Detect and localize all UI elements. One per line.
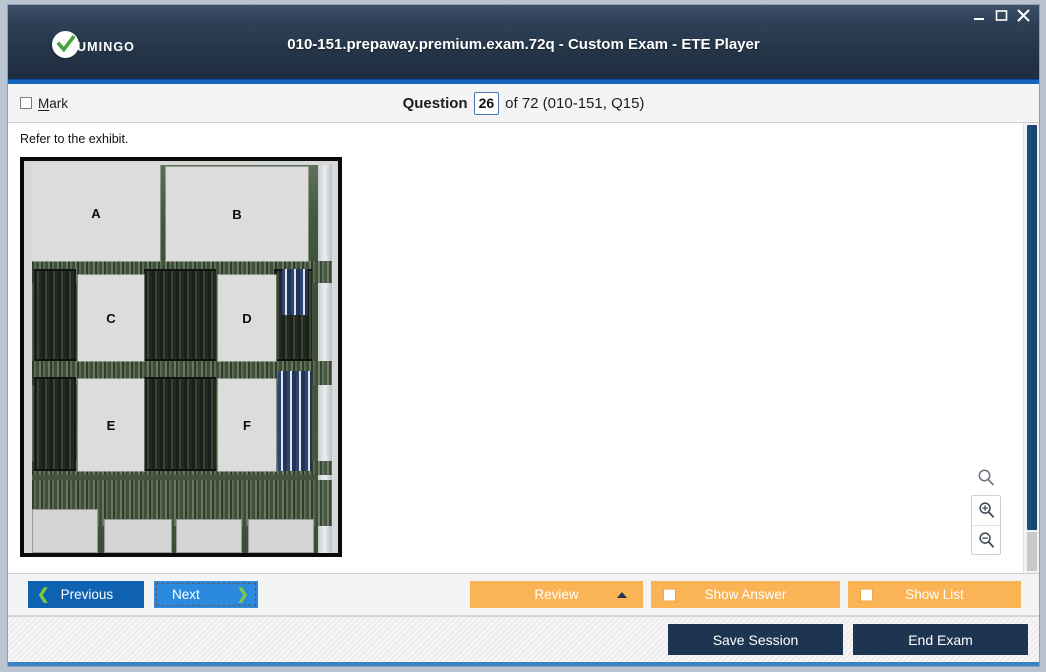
exhibit-callout-c: C — [78, 275, 144, 361]
chevron-right-icon: ❯ — [236, 586, 249, 603]
mark-label: Mark — [38, 96, 68, 111]
exhibit-callout-a: A — [32, 165, 160, 261]
drive-bay — [104, 519, 172, 553]
exhibit-image[interactable]: A B C D E F — [20, 157, 342, 557]
previous-button[interactable]: ❮ Previous — [28, 581, 144, 608]
show-answer-button[interactable]: Show Answer — [651, 581, 840, 608]
show-list-label: Show List — [905, 587, 964, 602]
image-zoom-tools — [971, 465, 1001, 555]
question-number-input[interactable]: 26 — [473, 91, 500, 115]
drive-bay — [248, 519, 314, 553]
scrollbar-thumb[interactable] — [1027, 125, 1037, 530]
mark-accelerator: M — [38, 95, 50, 111]
ete-player-window: UMINGO 010-151.prepaway.premium.exam.72q… — [0, 0, 1046, 672]
callout-letter: B — [232, 206, 242, 222]
callout-letter: D — [242, 310, 252, 326]
mark-checkbox[interactable] — [20, 97, 32, 109]
question-word-label: Question — [402, 94, 468, 112]
window-inner: UMINGO 010-151.prepaway.premium.exam.72q… — [7, 4, 1040, 667]
callout-letter: C — [106, 310, 116, 326]
question-total-label: of 72 (010-151, Q15) — [505, 94, 645, 112]
end-exam-button[interactable]: End Exam — [853, 624, 1028, 655]
callout-letter: A — [91, 205, 101, 221]
exhibit-callout-e: E — [78, 379, 144, 471]
drive-bay — [176, 519, 242, 553]
right-button-group: Review Show Answer Show List — [470, 581, 1021, 608]
exhibit-callout-d: D — [218, 275, 276, 361]
window-controls — [973, 9, 1030, 22]
callout-letter: F — [243, 417, 251, 433]
exhibit-callout-b: B — [166, 167, 308, 261]
pcie-slot-bank — [282, 269, 308, 315]
callout-letter: E — [106, 417, 116, 433]
mark-label-rest: ark — [49, 95, 69, 111]
minimize-icon[interactable] — [973, 9, 986, 22]
end-exam-label: End Exam — [908, 631, 973, 648]
pcie-slot-bank — [278, 371, 312, 471]
question-indicator: Question 26 of 72 (010-151, Q15) — [8, 91, 1039, 115]
next-button[interactable]: Next ❯ — [154, 581, 258, 608]
zoom-in-icon[interactable] — [972, 496, 1000, 525]
dimm-slot-bank — [144, 377, 216, 471]
close-icon[interactable] — [1017, 9, 1030, 22]
dimm-slot-bank — [34, 377, 76, 471]
question-content-area: Refer to the exhibit. A B C D E F — [8, 123, 1023, 573]
checkmark-icon — [52, 31, 79, 58]
motherboard-graphic: A B C D E F — [32, 165, 332, 553]
next-button-label: Next — [172, 587, 200, 602]
footer-bar: Save Session End Exam — [8, 616, 1039, 666]
content-scrollbar[interactable] — [1023, 123, 1039, 573]
show-answer-checkbox[interactable] — [663, 588, 676, 601]
show-list-button[interactable]: Show List — [848, 581, 1021, 608]
previous-button-label: Previous — [60, 587, 114, 602]
show-list-checkbox[interactable] — [860, 588, 873, 601]
dimm-slot-bank — [34, 269, 76, 361]
mark-question-control[interactable]: Mark — [20, 96, 68, 111]
title-bar: UMINGO 010-151.prepaway.premium.exam.72q… — [8, 5, 1039, 84]
review-button-label: Review — [534, 587, 579, 602]
save-session-button[interactable]: Save Session — [668, 624, 843, 655]
content-wrapper: Refer to the exhibit. A B C D E F — [8, 123, 1039, 574]
review-dropdown-button[interactable]: Review — [470, 581, 643, 608]
magnifier-icon[interactable] — [973, 465, 999, 491]
logo-wordmark: UMINGO — [77, 40, 135, 54]
show-answer-label: Show Answer — [704, 587, 787, 602]
maximize-icon[interactable] — [995, 9, 1008, 22]
exhibit-callout-f: F — [218, 379, 276, 471]
window-title: 010-151.prepaway.premium.exam.72q - Cust… — [287, 36, 760, 53]
dimm-slot-bank — [144, 269, 216, 361]
scrollbar-track[interactable] — [1027, 532, 1037, 571]
question-prompt-text: Refer to the exhibit. — [20, 132, 129, 146]
zoom-button-stack — [971, 495, 1001, 555]
vumingo-logo: UMINGO — [52, 31, 135, 58]
chevron-up-icon — [617, 591, 627, 598]
zoom-out-icon[interactable] — [972, 525, 1000, 554]
navigation-bar: ❮ Previous Next ❯ Review Show Answer Sho… — [8, 574, 1039, 616]
chevron-left-icon: ❮ — [37, 586, 50, 603]
save-session-label: Save Session — [712, 631, 799, 648]
drive-bay — [32, 509, 98, 553]
question-header-bar: Mark Question 26 of 72 (010-151, Q15) — [8, 84, 1039, 123]
